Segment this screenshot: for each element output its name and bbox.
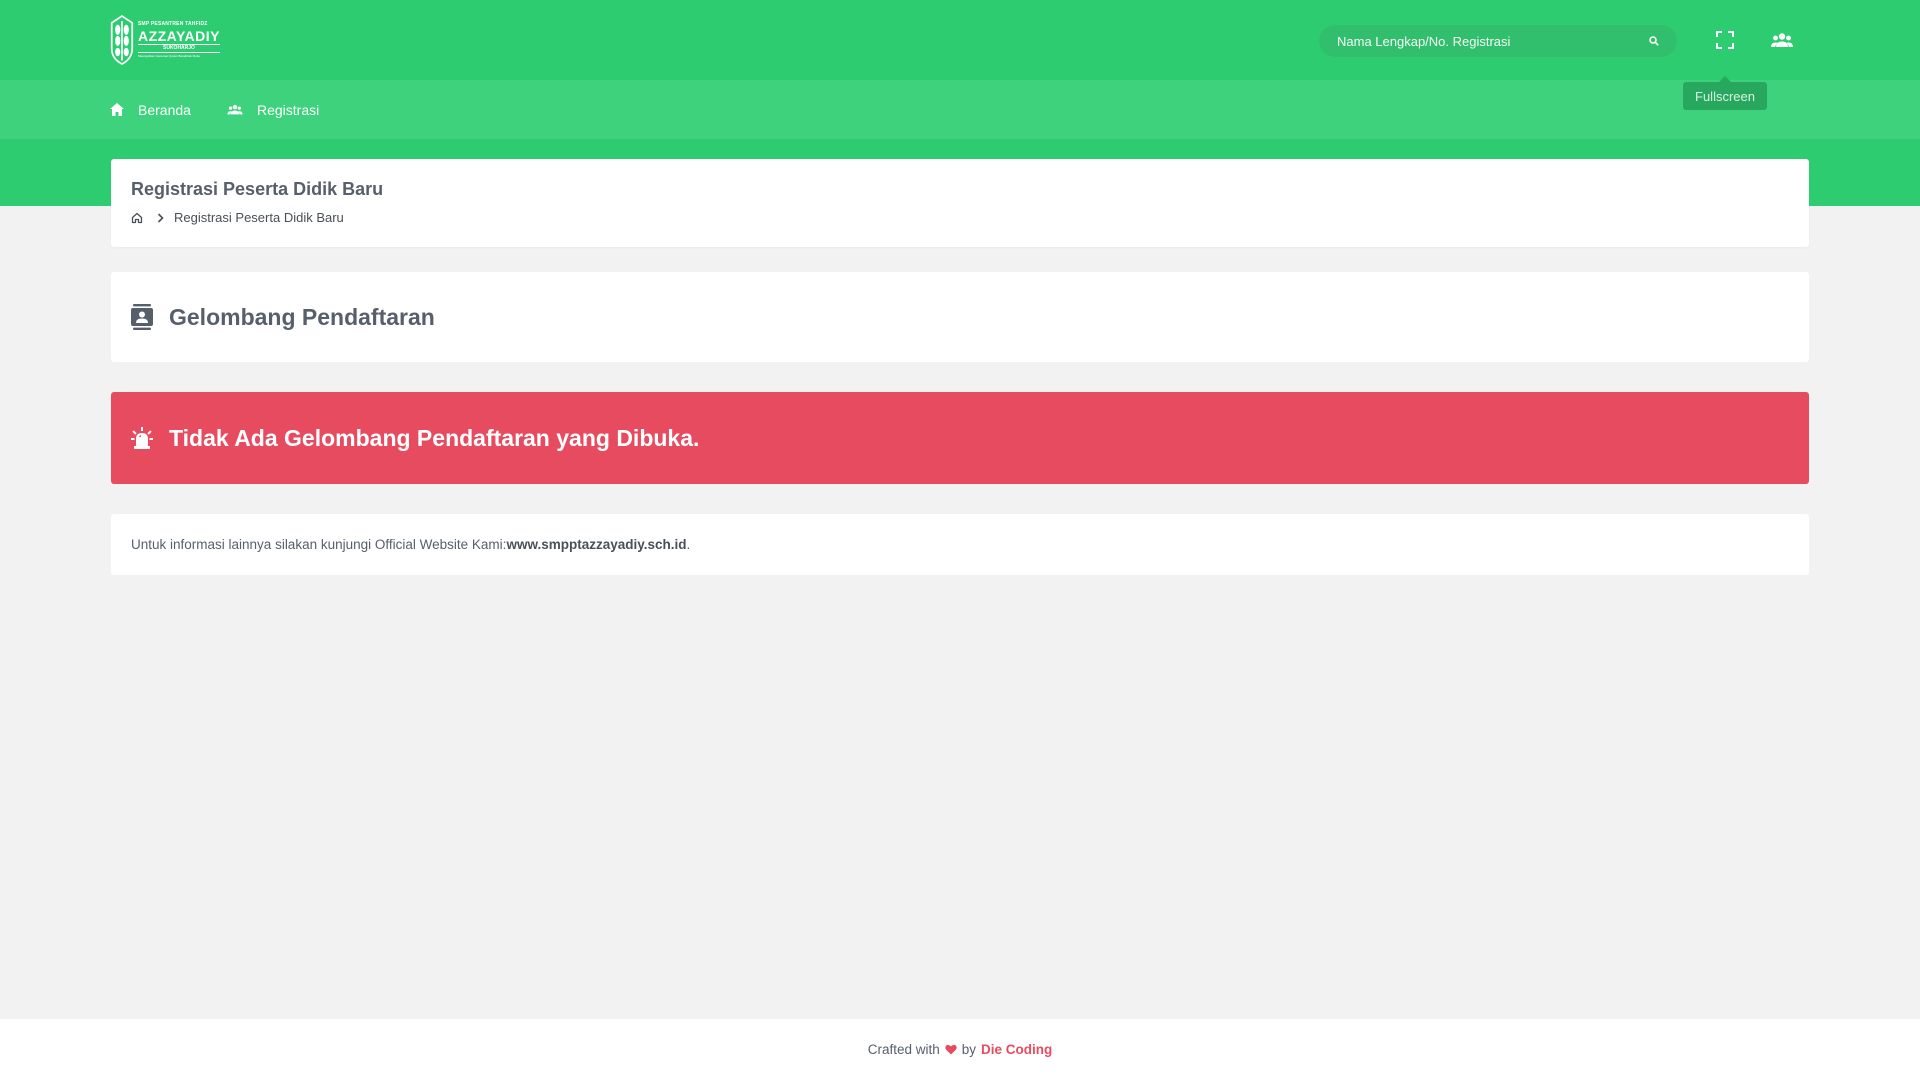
home-icon: [110, 103, 124, 116]
fullscreen-tooltip: Fullscreen: [1683, 76, 1767, 110]
info-card: Untuk informasi lainnya silakan kunjungi…: [111, 514, 1809, 575]
footer-author-link[interactable]: Die Coding: [981, 1042, 1052, 1057]
users-icon: [1771, 33, 1793, 47]
siren-alarm-icon: [131, 427, 153, 449]
brand-line-city: SUKOHARJO: [137, 44, 220, 53]
footer-by: by: [961, 1042, 977, 1057]
search-box: [1319, 25, 1677, 57]
search-input[interactable]: [1337, 33, 1647, 49]
breadcrumb-current: Registrasi Peserta Didik Baru: [174, 210, 344, 225]
contact-book-icon: [131, 304, 153, 330]
alert-message: Tidak Ada Gelombang Pendaftaran yang Dib…: [169, 424, 700, 451]
fullscreen-button[interactable]: [1707, 22, 1743, 58]
search-button[interactable]: [1647, 34, 1661, 48]
footer: Crafted with by Die Coding: [0, 1019, 1920, 1080]
registration-wave-title: Gelombang Pendaftaran: [169, 303, 435, 330]
breadcrumb-home-link[interactable]: [131, 212, 143, 224]
page: SMP PESANTREN TAHFIDZ AZZAYADIY SUKOHARJ…: [0, 0, 1920, 1080]
official-website-link[interactable]: www.smpptazzayadiy.sch.id: [506, 537, 686, 552]
brand-line-small: SMP PESANTREN TAHFIDZ: [137, 21, 208, 27]
page-header-card: Registrasi Peserta Didik Baru Registrasi…: [111, 159, 1809, 247]
chevron-right-icon: [157, 212, 164, 223]
brand-tagline: Mewujudkan Generasi Qurani Berakhlak Mul…: [137, 54, 200, 58]
registration-wave-card: Gelombang Pendaftaran: [111, 272, 1809, 362]
page-title: Registrasi Peserta Didik Baru: [131, 179, 384, 199]
nav-item-home[interactable]: Beranda: [110, 80, 191, 139]
search-icon: [1649, 36, 1659, 46]
fullscreen-icon: [1716, 31, 1734, 49]
nav-home-label: Beranda: [138, 101, 191, 118]
info-suffix: .: [686, 537, 691, 552]
wheat-logo-icon: [110, 15, 134, 65]
brand-text: SMP PESANTREN TAHFIDZ AZZAYADIY SUKOHARJ…: [137, 21, 220, 58]
breadcrumb: Registrasi Peserta Didik Baru: [131, 210, 344, 225]
heart-icon: [945, 1044, 957, 1055]
nav-item-registration[interactable]: Registrasi: [227, 80, 319, 139]
no-wave-alert: Tidak Ada Gelombang Pendaftaran yang Dib…: [111, 392, 1809, 484]
users-icon: [227, 104, 243, 115]
user-menu-button[interactable]: [1764, 22, 1800, 58]
home-outline-icon: [131, 212, 143, 223]
nav-registration-label: Registrasi: [257, 101, 320, 118]
footer-prefix: Crafted with: [867, 1042, 940, 1057]
info-text: Untuk informasi lainnya silakan kunjungi…: [131, 537, 507, 552]
brand-logo[interactable]: SMP PESANTREN TAHFIDZ AZZAYADIY SUKOHARJ…: [110, 10, 220, 70]
registration-wave-header: Gelombang Pendaftaran: [131, 272, 435, 362]
brand-line-main: AZZAYADIY: [137, 28, 220, 44]
